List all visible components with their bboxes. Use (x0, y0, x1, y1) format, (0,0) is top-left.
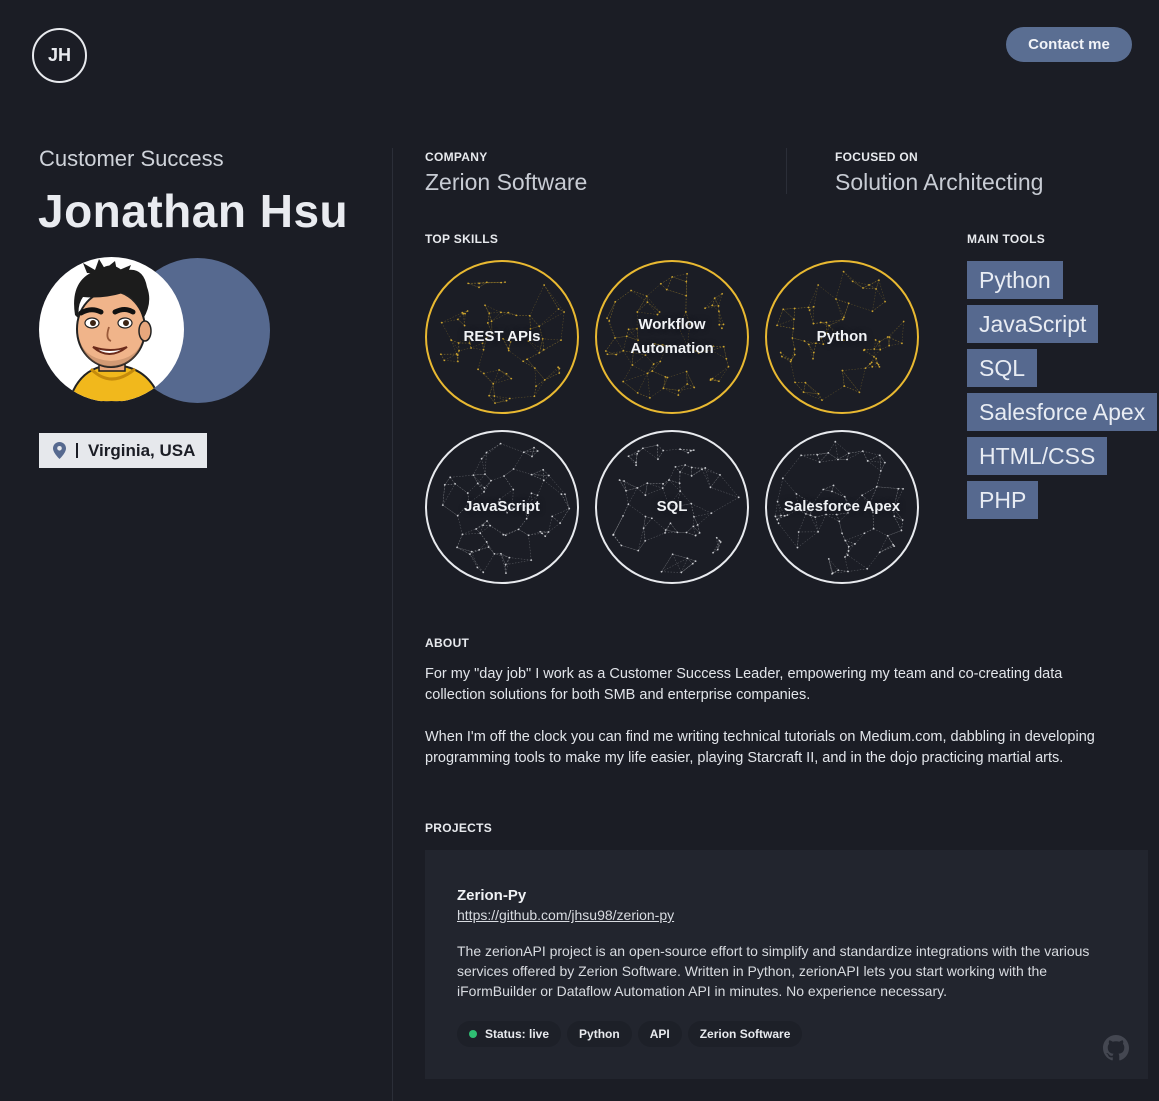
location-badge: Virginia, USA (39, 433, 208, 468)
tool-tag: SQL (967, 349, 1038, 387)
skill-sql: SQL (595, 430, 749, 584)
location-separator (76, 443, 78, 458)
map-pin-icon (53, 442, 66, 459)
focus-value: Solution Architecting (835, 169, 1044, 195)
project-title: Zerion-Py (457, 887, 527, 904)
profile-role: Customer Success (39, 146, 224, 171)
github-icon[interactable] (1103, 1035, 1129, 1061)
skill-name: JavaScript (464, 498, 540, 515)
company-label: COMPANY (425, 150, 488, 164)
tool-tag: HTML/CSS (967, 437, 1108, 475)
tools-label: MAIN TOOLS (967, 232, 1046, 246)
projects-label: PROJECTS (425, 821, 493, 835)
skill-name: Python (816, 328, 868, 345)
skill-rest-apis: REST APIs (425, 260, 579, 414)
tool-tag: JavaScript (967, 305, 1099, 343)
tool-tag: PHP (967, 481, 1039, 519)
project-description: The zerionAPI project is an open-source … (457, 943, 1090, 999)
status-text: Status: live (485, 1027, 550, 1041)
skill-salesforce-apex: Salesforce Apex (765, 430, 919, 584)
skill-name: Workflow Automation (630, 316, 714, 357)
status-badge: Status: live (457, 1021, 562, 1047)
skill-name: SQL (656, 498, 688, 515)
avatar (39, 257, 270, 403)
skills-label: TOP SKILLS (425, 232, 499, 246)
skill-workflow-automation: Workflow Automation (595, 260, 749, 414)
info-divider (786, 148, 787, 194)
column-divider (392, 148, 393, 1101)
focus-label: FOCUSED ON (835, 150, 919, 164)
project-link[interactable]: https://github.com/jhsu98/zerion-py (457, 907, 674, 923)
avatar-illustration (39, 257, 184, 402)
project-tags: Status: live Python API Zerion Software (457, 1021, 803, 1047)
project-tag: Zerion Software (687, 1021, 803, 1047)
about-paragraph: For my "day job" I work as a Customer Su… (425, 666, 1063, 703)
company-value: Zerion Software (425, 169, 588, 195)
skill-name: Salesforce Apex (783, 498, 901, 515)
logo-initials[interactable]: JH (32, 28, 87, 83)
company-block: COMPANY Zerion Software (425, 150, 587, 196)
skill-python: Python (765, 260, 919, 414)
status-dot-icon (469, 1030, 477, 1038)
page: JH Contact me Customer Success Jonathan … (0, 0, 1159, 1101)
skill-name: REST APIs (463, 328, 541, 345)
project-tag: Python (567, 1021, 632, 1047)
profile-name: Jonathan Hsu (38, 185, 349, 237)
about-paragraph: When I'm off the clock you can find me w… (425, 729, 1095, 766)
about-label: ABOUT (425, 636, 470, 650)
tools-list: Python JavaScript SQL Salesforce Apex HT… (967, 261, 1158, 519)
project-card: Zerion-Py https://github.com/jhsu98/zeri… (425, 850, 1148, 1079)
tool-tag: Salesforce Apex (967, 393, 1158, 431)
contact-me-button[interactable]: Contact me (1006, 27, 1132, 62)
project-tag: API (637, 1021, 682, 1047)
tool-tag: Python (967, 261, 1063, 299)
focus-block: FOCUSED ON Solution Architecting (835, 150, 1043, 196)
location-text: Virginia, USA (88, 440, 196, 460)
about-text: For my "day job" I work as a Customer Su… (425, 664, 1115, 769)
skill-javascript: JavaScript (425, 430, 579, 584)
